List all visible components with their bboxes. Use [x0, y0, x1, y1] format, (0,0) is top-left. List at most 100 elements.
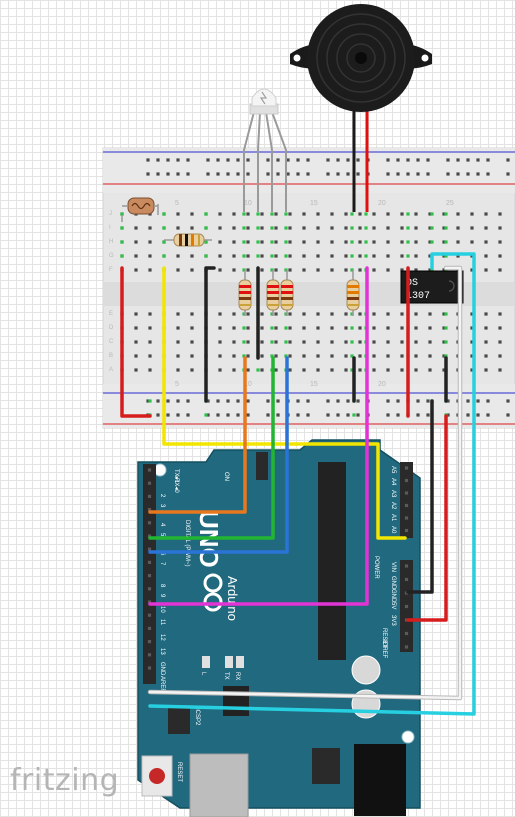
rail-hole — [246, 399, 250, 403]
rail-hole — [236, 413, 240, 417]
breadboard-hole — [190, 254, 194, 258]
led-label-rx: RX — [234, 672, 240, 680]
connected-hole — [350, 254, 354, 258]
connected-hole — [162, 254, 166, 258]
rail-hole — [396, 413, 400, 417]
rail-hole — [476, 399, 480, 403]
breadboard-hole — [260, 240, 264, 244]
connected-hole — [350, 326, 354, 330]
breadboard-hole — [498, 240, 502, 244]
rail-hole — [246, 172, 250, 176]
breadboard-hole — [456, 212, 460, 216]
breadboard-hole — [218, 254, 222, 258]
column-number: 10 — [244, 200, 252, 207]
breadboard-hole — [456, 240, 460, 244]
breadboard-hole — [358, 354, 362, 358]
rail-hole — [386, 158, 390, 162]
breadboard-hole — [428, 368, 432, 372]
breadboard-hole — [386, 326, 390, 330]
breadboard-hole — [260, 326, 264, 330]
header-pin-hole — [404, 564, 409, 568]
rail-hole — [166, 172, 170, 176]
usb-chip — [223, 686, 249, 716]
rail-hole — [466, 399, 470, 403]
on-label: ON — [223, 472, 229, 481]
breadboard-hole — [330, 354, 334, 358]
breadboard-hole — [316, 368, 320, 372]
reset-button[interactable] — [141, 755, 173, 797]
connected-hole — [256, 226, 260, 230]
header-pin-hole — [147, 481, 152, 485]
header-pin-hole — [404, 503, 409, 508]
breadboard-hole — [316, 240, 320, 244]
rail-hole — [406, 158, 410, 162]
header-pin-hole — [404, 528, 409, 533]
connected-hole — [406, 254, 410, 258]
rail-hole — [476, 158, 480, 162]
breadboard-hole — [344, 226, 348, 230]
breadboard-hole — [344, 326, 348, 330]
breadboard-hole — [274, 226, 278, 230]
breadboard-hole — [134, 326, 138, 330]
pin-label: IOREF — [381, 640, 387, 659]
breadboard-hole — [358, 254, 362, 258]
breadboard-hole — [316, 340, 320, 344]
breadboard-hole — [218, 326, 222, 330]
connected-hole — [350, 212, 354, 216]
breadboard-hole — [148, 312, 152, 316]
breadboard-hole — [400, 254, 404, 258]
breadboard-hole — [400, 354, 404, 358]
rail-hole — [216, 399, 220, 403]
rail-hole — [156, 413, 160, 417]
breadboard-hole — [274, 368, 278, 372]
breadboard-hole — [288, 254, 292, 258]
rail-hole — [466, 158, 470, 162]
pin-label: 5V — [390, 602, 396, 609]
header-pin-hole — [147, 521, 152, 525]
connected-hole — [204, 226, 208, 230]
breadboard-hole — [428, 326, 432, 330]
header-pin-hole — [404, 466, 409, 470]
header-pin-hole — [147, 613, 152, 617]
connected-hole — [284, 226, 288, 230]
breadboard-hole — [246, 240, 250, 244]
breadboard-top-rail — [103, 148, 515, 193]
connected-hole — [256, 368, 260, 372]
breadboard-hole — [344, 340, 348, 344]
breadboard-hole — [246, 268, 250, 272]
rail-hole — [346, 172, 350, 176]
breadboard-hole — [358, 326, 362, 330]
breadboard-hole — [372, 354, 376, 358]
pin-label: GND — [390, 576, 396, 590]
connected-hole — [430, 240, 434, 244]
rail-hole — [266, 158, 270, 162]
icsp2-label: ICSP2 — [194, 708, 200, 726]
breadboard-hole — [246, 312, 250, 316]
rail-hole — [226, 399, 230, 403]
connected-hole — [270, 340, 274, 344]
led-l — [202, 656, 210, 668]
breadboard-hole — [176, 340, 180, 344]
photoresistor-body — [127, 197, 155, 215]
breadboard-hole — [246, 226, 250, 230]
breadboard-hole — [498, 368, 502, 372]
breadboard-hole — [428, 340, 432, 344]
atmega-chip — [318, 462, 346, 660]
breadboard-hole — [372, 240, 376, 244]
rail-hole — [406, 172, 410, 176]
connected-hole — [364, 226, 368, 230]
breadboard-hole — [330, 340, 334, 344]
breadboard-hole — [260, 226, 264, 230]
column-number: 5 — [175, 381, 179, 388]
header-pin-hole — [404, 577, 409, 582]
breadboard-hole — [400, 212, 404, 216]
pin-label: AREF — [159, 676, 165, 692]
breadboard-hole — [176, 254, 180, 258]
rail-hole — [506, 413, 510, 417]
connected-hole — [270, 254, 274, 258]
breadboard-hole — [176, 226, 180, 230]
breadboard-hole — [232, 354, 236, 358]
breadboard-hole — [484, 340, 488, 344]
breadboard-hole — [414, 326, 418, 330]
breadboard-hole — [330, 240, 334, 244]
